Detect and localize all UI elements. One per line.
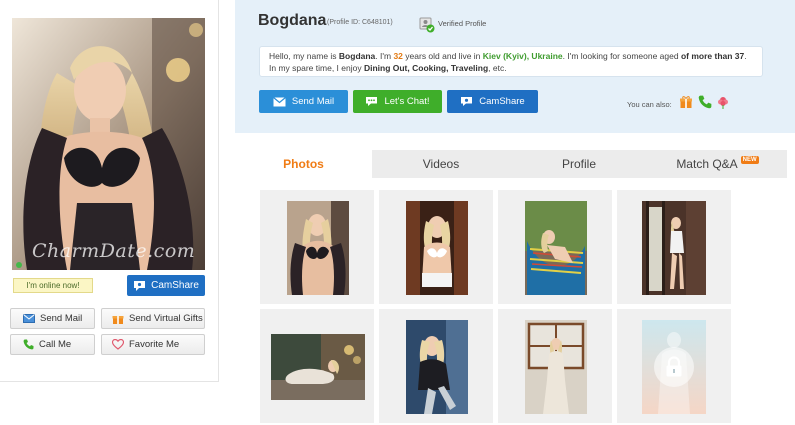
favorite-me-label: Favorite Me — [129, 339, 180, 350]
intro-part: Hello, my name is — [269, 51, 339, 61]
chat-bubble-icon — [365, 96, 378, 107]
main-profile-photo[interactable]: CharmDate.com — [12, 18, 205, 270]
gallery-cell[interactable] — [260, 190, 374, 304]
you-can-also-label: You can also: — [627, 100, 672, 109]
gallery-photo[interactable] — [406, 320, 468, 414]
gallery-photo[interactable] — [525, 201, 587, 295]
gallery-photo[interactable] — [525, 320, 587, 414]
profile-header: Bogdana (Profile ID: C648101) Verified P… — [235, 0, 795, 133]
intro-text: Hello, my name is Bogdana. I'm 32 years … — [259, 46, 763, 77]
tab-match-qa[interactable]: Match Q&A NEW — [648, 150, 787, 178]
tab-profile-label: Profile — [561, 157, 596, 171]
intro-name: Bogdana — [338, 51, 376, 61]
new-badge: NEW — [740, 156, 759, 164]
send-mail-button[interactable]: Send Mail — [259, 90, 348, 113]
photo-gallery — [235, 178, 787, 425]
send-gifts-label: Send Virtual Gifts — [129, 313, 203, 324]
camshare-label: CamShare — [479, 96, 525, 107]
phone-icon[interactable] — [698, 95, 712, 109]
online-status-badge: I'm online now! — [13, 278, 93, 293]
tab-videos-label: Videos — [422, 157, 460, 171]
watermark-text: CharmDate.com — [32, 240, 196, 262]
send-mail-label: Send Mail — [40, 313, 83, 324]
profile-id: (Profile ID: C648101) — [327, 19, 393, 26]
online-status-dot — [16, 262, 22, 268]
camshare-icon — [133, 280, 146, 292]
intro-hobbies: Dining Out, Cooking, Traveling — [363, 63, 489, 73]
tab-videos[interactable]: Videos — [372, 150, 510, 178]
gallery-photo[interactable] — [642, 201, 706, 295]
profile-page: CharmDate.com I'm online now! CamShare S… — [0, 0, 795, 425]
gallery-cell[interactable] — [498, 190, 612, 304]
send-mail-button-small[interactable]: Send Mail — [10, 308, 95, 329]
camshare-icon — [460, 96, 473, 107]
call-me-button[interactable]: Call Me — [10, 334, 95, 355]
lets-chat-label: Let's Chat! — [384, 96, 430, 107]
photo-card: CharmDate.com I'm online now! CamShare S… — [0, 0, 219, 382]
gallery-photo[interactable] — [271, 334, 365, 400]
camshare-label: CamShare — [151, 280, 199, 291]
envelope-icon — [272, 96, 286, 107]
flower-icon[interactable] — [716, 95, 730, 109]
lock-icon — [654, 347, 694, 387]
lets-chat-button[interactable]: Let's Chat! — [353, 90, 442, 113]
gallery-cell[interactable] — [379, 309, 493, 423]
intro-part: . I'm looking for someone aged — [562, 51, 681, 61]
gift-icon — [112, 313, 124, 325]
camshare-button[interactable]: CamShare — [447, 90, 538, 113]
intro-age: 32 — [393, 51, 403, 61]
profile-name: Bogdana — [258, 12, 327, 29]
gift-icon[interactable] — [679, 95, 693, 109]
camshare-button-left[interactable]: CamShare — [127, 275, 205, 296]
intro-seek-age: of more than 37 — [680, 51, 745, 61]
tab-match-qa-label: Match Q&A — [676, 157, 738, 171]
gallery-cell[interactable] — [260, 309, 374, 423]
tab-photos[interactable]: Photos — [235, 150, 372, 178]
tab-photos-label: Photos — [283, 157, 324, 171]
gallery-cell[interactable] — [379, 190, 493, 304]
send-mail-label: Send Mail — [291, 96, 335, 107]
intro-part: . I'm — [375, 51, 394, 61]
intro-part: years old and live in — [402, 51, 483, 61]
intro-location: Kiev (Kyiv), Ukraine — [482, 51, 563, 61]
phone-icon — [23, 339, 34, 350]
favorite-me-button[interactable]: Favorite Me — [101, 334, 205, 355]
envelope-icon — [23, 314, 35, 323]
gallery-cell-locked[interactable] — [617, 309, 731, 423]
verified-label: Verified Profile — [438, 19, 487, 28]
gallery-photo[interactable] — [406, 201, 468, 295]
tab-profile[interactable]: Profile — [510, 150, 648, 178]
intro-part: , etc. — [488, 63, 507, 73]
profile-tabs: Photos Videos Profile Match Q&A NEW — [235, 150, 787, 178]
gallery-photo[interactable] — [287, 201, 349, 295]
gallery-cell[interactable] — [617, 190, 731, 304]
call-me-label: Call Me — [39, 339, 72, 350]
heart-icon — [112, 339, 124, 350]
verified-icon — [419, 17, 435, 33]
send-virtual-gifts-button[interactable]: Send Virtual Gifts — [101, 308, 205, 329]
gallery-cell[interactable] — [498, 309, 612, 423]
